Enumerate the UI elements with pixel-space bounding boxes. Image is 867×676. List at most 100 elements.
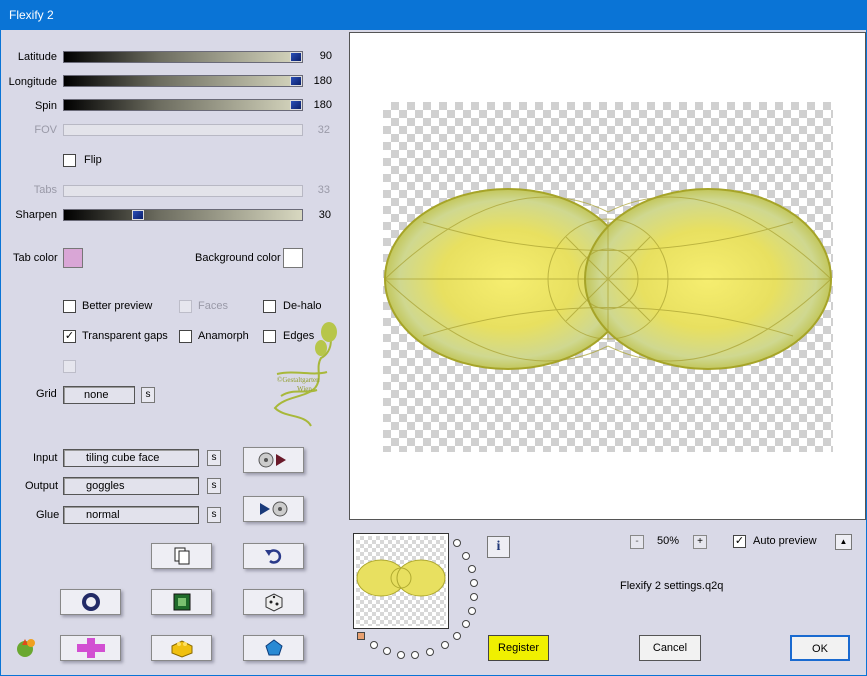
- info-icon[interactable]: i: [487, 536, 510, 558]
- load-input-button[interactable]: [243, 447, 304, 473]
- yellow-block-button[interactable]: [151, 635, 212, 661]
- zoom-in-button[interactable]: +: [693, 535, 707, 549]
- grid-select[interactable]: none: [63, 386, 135, 404]
- anamorph-checkbox[interactable]: [179, 330, 192, 343]
- flip-label: Flip: [84, 154, 102, 166]
- tabs-label: Tabs: [33, 184, 57, 196]
- tab-color-swatch[interactable]: [63, 248, 83, 268]
- sharpen-slider[interactable]: [63, 209, 303, 221]
- anamorph-label: Anamorph: [198, 330, 249, 342]
- input-label: Input: [33, 452, 58, 464]
- cancel-button[interactable]: Cancel: [639, 635, 701, 661]
- extra-option-checkbox: [63, 360, 76, 373]
- yellow-block-icon: [171, 640, 192, 658]
- sharpen-slider-thumb[interactable]: [132, 210, 144, 220]
- ring-button[interactable]: [60, 589, 121, 615]
- spin-label: Spin: [34, 100, 57, 112]
- zoom-out-button[interactable]: -: [630, 535, 644, 549]
- glue-select[interactable]: normal: [63, 506, 199, 524]
- thumbnail-image: [356, 559, 446, 597]
- nav-dot[interactable]: [462, 620, 470, 628]
- better-preview-checkbox[interactable]: [63, 300, 76, 313]
- copy-icon: [174, 547, 189, 565]
- longitude-slider[interactable]: [63, 75, 303, 87]
- preview-panel[interactable]: [349, 32, 866, 520]
- fov-label: FOV: [34, 124, 57, 136]
- spin-slider[interactable]: [63, 99, 303, 111]
- pentagon-button[interactable]: [243, 635, 304, 661]
- nav-dot[interactable]: [453, 539, 461, 547]
- fov-value: 32: [317, 124, 330, 136]
- random-button[interactable]: [243, 589, 304, 615]
- grid-label: Grid: [36, 388, 57, 400]
- de-halo-checkbox[interactable]: [263, 300, 276, 313]
- settings-filename: Flexify 2 settings.q2q: [620, 580, 724, 592]
- output-select[interactable]: goggles: [63, 477, 199, 495]
- register-button[interactable]: Register: [488, 635, 549, 661]
- longitude-slider-thumb[interactable]: [290, 76, 302, 86]
- add-button[interactable]: [60, 635, 121, 661]
- longitude-label: Longitude: [8, 76, 57, 88]
- sharpen-label: Sharpen: [15, 209, 57, 221]
- grid-s-button[interactable]: s: [141, 387, 155, 403]
- dice-icon: [265, 593, 282, 612]
- tabs-value: 33: [317, 184, 330, 196]
- nav-dot[interactable]: [370, 641, 378, 649]
- nav-dot[interactable]: [441, 641, 449, 649]
- preview-image: [384, 188, 832, 370]
- watermark-text: ©Gestaltgarten: [277, 376, 320, 384]
- flexify-logo-icon: [17, 639, 35, 657]
- preview-checkerboard: [383, 102, 833, 452]
- auto-preview-checkbox[interactable]: ✓: [733, 535, 746, 548]
- nav-dot[interactable]: [397, 651, 405, 659]
- latitude-label: Latitude: [17, 51, 57, 63]
- nav-dot[interactable]: [426, 648, 434, 656]
- nav-dot[interactable]: [383, 647, 391, 655]
- thumbnail-checkerboard: [356, 536, 446, 626]
- glue-s-button[interactable]: s: [207, 507, 221, 523]
- spin-slider-thumb[interactable]: [290, 100, 302, 110]
- background-color-label: Background color: [195, 252, 281, 264]
- nav-dot[interactable]: [468, 607, 476, 615]
- ok-button[interactable]: OK: [790, 635, 850, 661]
- faces-label: Faces: [198, 300, 228, 312]
- input-s-button[interactable]: s: [207, 450, 221, 466]
- de-halo-label: De-halo: [283, 300, 322, 312]
- tabs-slider: [63, 185, 303, 197]
- title-bar: Flexify 2: [0, 0, 867, 30]
- square-button[interactable]: [151, 589, 212, 615]
- nav-dot[interactable]: [468, 565, 476, 573]
- undo-button[interactable]: [243, 543, 304, 569]
- plus-cross-icon: [76, 638, 105, 658]
- nav-dot[interactable]: [470, 579, 478, 587]
- collapse-button[interactable]: ▲: [835, 534, 852, 550]
- save-output-icon: [259, 501, 287, 517]
- nav-dot[interactable]: [453, 632, 461, 640]
- save-output-button[interactable]: [243, 496, 304, 522]
- watermark-text-2: Wien: [297, 385, 312, 393]
- faces-checkbox: [179, 300, 192, 313]
- watermark-logo: ©Gestaltgarten Wien: [273, 322, 337, 427]
- glue-label: Glue: [36, 509, 60, 521]
- copy-button[interactable]: [151, 543, 212, 569]
- flip-checkbox[interactable]: [63, 154, 76, 167]
- nav-square-marker[interactable]: [357, 632, 365, 640]
- preview-thumbnail[interactable]: [353, 533, 449, 629]
- spin-value: 180: [313, 99, 332, 111]
- output-s-button[interactable]: s: [207, 478, 221, 494]
- input-select[interactable]: tiling cube face: [63, 449, 199, 467]
- transparent-gaps-checkbox[interactable]: ✓: [63, 330, 76, 343]
- better-preview-label: Better preview: [82, 300, 153, 312]
- latitude-slider[interactable]: [63, 51, 303, 63]
- background-color-swatch[interactable]: [283, 248, 303, 268]
- nav-dot[interactable]: [470, 593, 478, 601]
- nav-dot[interactable]: [462, 552, 470, 560]
- ring-icon: [81, 593, 100, 611]
- latitude-slider-thumb[interactable]: [290, 52, 302, 62]
- nav-dot[interactable]: [411, 651, 419, 659]
- pentagon-icon: [264, 639, 283, 656]
- window-title: Flexify 2: [9, 8, 54, 22]
- latitude-value: 90: [319, 50, 332, 62]
- transparent-gaps-label: Transparent gaps: [82, 330, 168, 342]
- tab-color-label: Tab color: [13, 252, 58, 264]
